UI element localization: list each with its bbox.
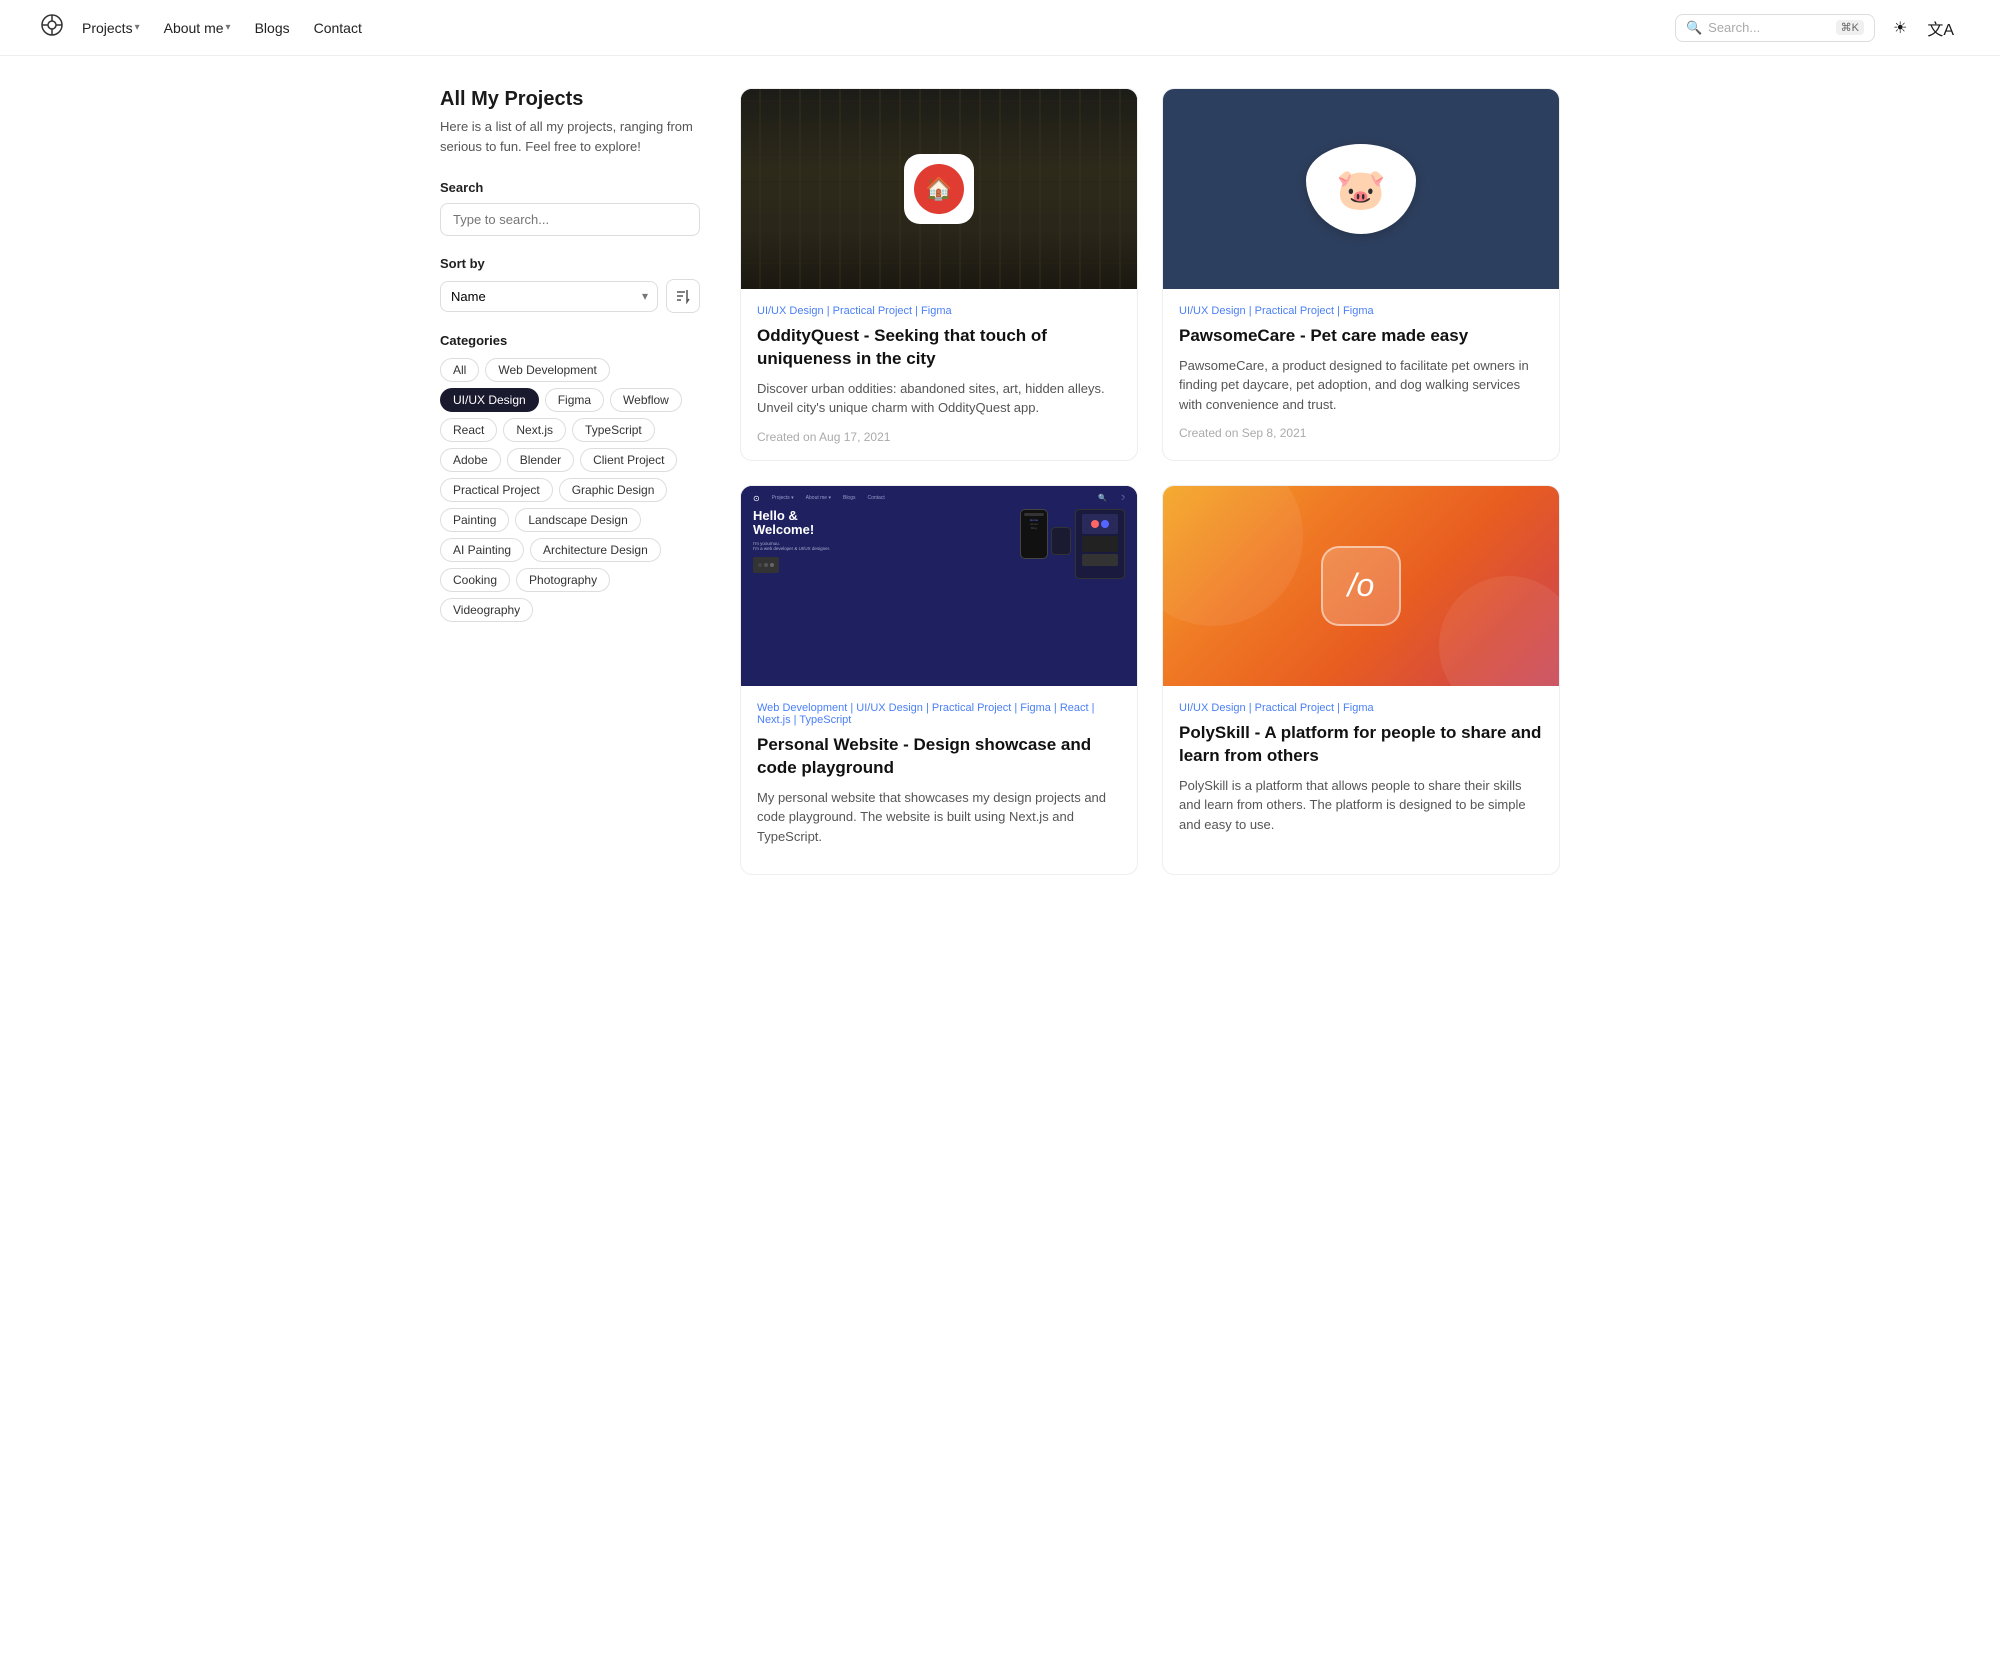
tag-landscape-design[interactable]: Landscape Design (515, 508, 640, 532)
card-desc-personal-website: My personal website that showcases my de… (757, 788, 1121, 847)
tag-adobe[interactable]: Adobe (440, 448, 501, 472)
chevron-down-icon: ▾ (135, 22, 140, 33)
polyskill-image: /o (1163, 486, 1559, 686)
search-placeholder-text: Search... (1708, 20, 1760, 35)
tag-figma[interactable]: Figma (545, 388, 604, 412)
sort-order-button[interactable] (666, 279, 700, 313)
nav-projects[interactable]: Projects ▾ (72, 14, 150, 42)
personal-website-image: ⊙ Projects ▾About me ▾BlogsContact 🔍 ☽ H… (741, 486, 1137, 686)
card-date-oddityquest: Created on Aug 17, 2021 (757, 430, 1121, 444)
tag-web-development[interactable]: Web Development (485, 358, 610, 382)
header-icons: ☀ 文A (1887, 10, 1960, 46)
card-title-oddityquest: OddityQuest - Seeking that touch of uniq… (757, 325, 1121, 371)
tag-blender[interactable]: Blender (507, 448, 574, 472)
card-desc-oddityquest: Discover urban oddities: abandoned sites… (757, 379, 1121, 418)
tag-painting[interactable]: Painting (440, 508, 509, 532)
search-shortcut-badge: ⌘K (1836, 20, 1864, 35)
sidebar: All My Projects Here is a list of all my… (440, 56, 700, 907)
tag-graphic-design[interactable]: Graphic Design (559, 478, 668, 502)
tag-cooking[interactable]: Cooking (440, 568, 510, 592)
project-card-personal-website[interactable]: ⊙ Projects ▾About me ▾BlogsContact 🔍 ☽ H… (740, 485, 1138, 875)
projects-grid: 🏠 UI/UX Design | Practical Project | Fig… (740, 88, 1560, 875)
polyskill-slash-icon: /o (1348, 567, 1375, 604)
tag-practical-project[interactable]: Practical Project (440, 478, 553, 502)
sort-select[interactable]: Name Date Category (440, 281, 658, 312)
card-title-pawsomecare: PawsomeCare - Pet care made easy (1179, 325, 1543, 348)
sort-select-wrapper: Name Date Category (440, 281, 658, 312)
main-nav: Projects ▾ About me ▾ Blogs Contact (72, 14, 1675, 42)
card-body-personal-website: Web Development | UI/UX Design | Practic… (741, 686, 1137, 874)
card-title-polyskill: PolySkill - A platform for people to sha… (1179, 722, 1543, 768)
pawsomecare-image: 🐷 (1163, 89, 1559, 289)
project-card-polyskill[interactable]: /o UI/UX Design | Practical Project | Fi… (1162, 485, 1560, 875)
sort-row: Name Date Category (440, 279, 700, 313)
categories-title: Categories (440, 333, 700, 348)
chevron-down-icon: ▾ (226, 22, 231, 33)
card-body-oddityquest: UI/UX Design | Practical Project | Figma… (741, 289, 1137, 460)
sidebar-title: All My Projects (440, 88, 700, 111)
tag-videography[interactable]: Videography (440, 598, 533, 622)
card-tags-oddityquest: UI/UX Design | Practical Project | Figma (757, 305, 1121, 317)
card-body-pawsomecare: UI/UX Design | Practical Project | Figma… (1163, 289, 1559, 456)
tag-react[interactable]: React (440, 418, 497, 442)
sidebar-search-input[interactable] (440, 203, 700, 236)
tag-client-project[interactable]: Client Project (580, 448, 677, 472)
tag-architecture-design[interactable]: Architecture Design (530, 538, 661, 562)
search-shortcut-text: ⌘K (1841, 21, 1859, 34)
card-title-personal-website: Personal Website - Design showcase and c… (757, 734, 1121, 780)
sort-section-label: Sort by (440, 256, 700, 271)
search-icon: 🔍 (1686, 20, 1702, 36)
nav-contact[interactable]: Contact (304, 14, 372, 42)
tag-uiux-design[interactable]: UI/UX Design (440, 388, 539, 412)
categories-section: Categories AllWeb Development UI/UX Desig… (440, 333, 700, 622)
language-toggle-button[interactable]: 文A (1921, 10, 1960, 46)
pawsomecare-animal-icon: 🐷 (1336, 166, 1386, 213)
card-desc-pawsomecare: PawsomeCare, a product designed to facil… (1179, 356, 1543, 415)
nav-blogs[interactable]: Blogs (245, 14, 300, 42)
card-tags-polyskill: UI/UX Design | Practical Project | Figma (1179, 702, 1543, 714)
header-search-bar[interactable]: 🔍 Search... ⌘K (1675, 14, 1875, 42)
logo-icon[interactable] (40, 13, 64, 43)
nav-projects-label: Projects (82, 20, 133, 36)
nav-about-label: About me (164, 20, 224, 36)
page-content: All My Projects Here is a list of all my… (400, 56, 1600, 907)
nav-about[interactable]: About me ▾ (154, 14, 241, 42)
nav-blogs-label: Blogs (255, 20, 290, 36)
tag-typescript[interactable]: TypeScript (572, 418, 655, 442)
card-body-polyskill: UI/UX Design | Practical Project | Figma… (1163, 686, 1559, 862)
search-section-label: Search (440, 180, 700, 195)
tag-webflow[interactable]: Webflow (610, 388, 682, 412)
tag-all[interactable]: All (440, 358, 479, 382)
tags-container: AllWeb Development UI/UX DesignFigmaWebfl… (440, 358, 700, 622)
language-icon: 文A (1927, 22, 1954, 39)
card-date-pawsomecare: Created on Sep 8, 2021 (1179, 426, 1543, 440)
oddityquest-logo-inner: 🏠 (914, 164, 964, 214)
tag-nextjs[interactable]: Next.js (503, 418, 566, 442)
card-desc-polyskill: PolySkill is a platform that allows peop… (1179, 776, 1543, 835)
tag-photography[interactable]: Photography (516, 568, 610, 592)
project-card-pawsomecare[interactable]: 🐷 UI/UX Design | Practical Project | Fig… (1162, 88, 1560, 461)
nav-contact-label: Contact (314, 20, 362, 36)
polyskill-logo: /o (1321, 546, 1401, 626)
oddityquest-logo: 🏠 (904, 154, 974, 224)
project-card-oddityquest[interactable]: 🏠 UI/UX Design | Practical Project | Fig… (740, 88, 1138, 461)
card-tags-pawsomecare: UI/UX Design | Practical Project | Figma (1179, 305, 1543, 317)
card-tags-personal-website: Web Development | UI/UX Design | Practic… (757, 702, 1121, 726)
theme-toggle-button[interactable]: ☀ (1887, 12, 1913, 44)
header: Projects ▾ About me ▾ Blogs Contact 🔍 Se… (0, 0, 2000, 56)
sidebar-description: Here is a list of all my projects, rangi… (440, 117, 700, 156)
tag-ai-painting[interactable]: AI Painting (440, 538, 524, 562)
main-content: 🏠 UI/UX Design | Practical Project | Fig… (740, 56, 1560, 907)
sun-icon: ☀ (1893, 20, 1907, 37)
